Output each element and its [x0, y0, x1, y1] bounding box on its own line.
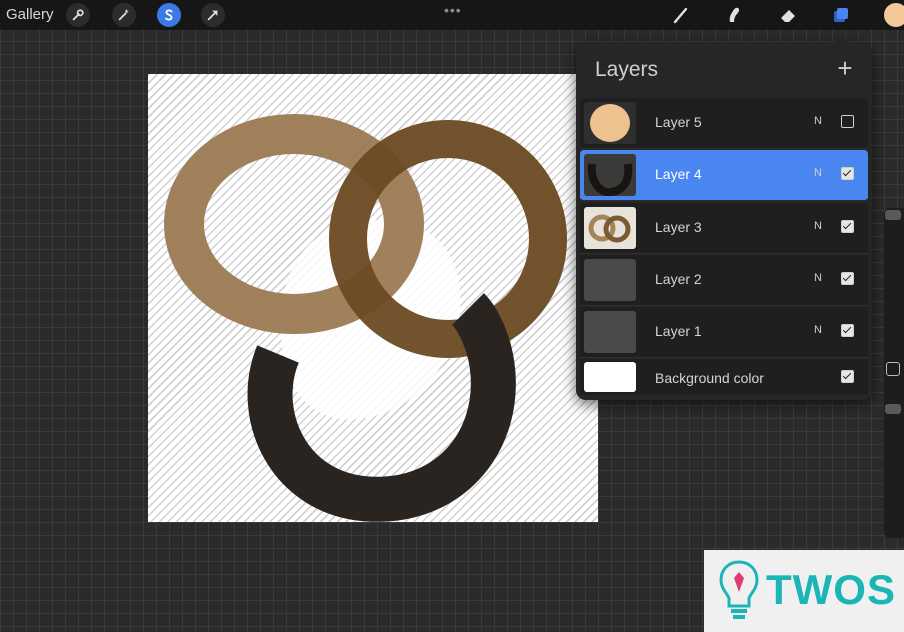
visibility-checkbox[interactable]: [841, 370, 854, 383]
layer-row-5[interactable]: Layer 5 N: [580, 98, 868, 149]
menu-dots[interactable]: •••: [444, 2, 462, 18]
color-swatch[interactable]: [884, 3, 904, 27]
brush-size-slider[interactable]: [885, 210, 901, 220]
drawing-canvas[interactable]: [148, 74, 598, 522]
layer-row-4[interactable]: Layer 4 N: [580, 150, 868, 201]
side-slider-bar: [884, 208, 904, 538]
visibility-checkbox[interactable]: [841, 167, 854, 180]
blend-mode[interactable]: N: [814, 324, 822, 336]
lightbulb-icon: [719, 560, 759, 619]
watermark: TWOS: [704, 550, 904, 632]
layer-thumbnail: [584, 259, 636, 301]
layer-name: Layer 1: [655, 323, 702, 339]
blend-mode[interactable]: N: [814, 272, 822, 284]
panel-title: Layers: [595, 58, 659, 81]
layers-icon[interactable]: [830, 4, 852, 26]
selection-s-icon[interactable]: [157, 3, 181, 27]
layer-thumbnail: [584, 102, 636, 144]
smudge-icon[interactable]: [723, 4, 745, 26]
layer-name: Layer 3: [655, 219, 702, 235]
brush-icon[interactable]: [670, 4, 692, 26]
blend-mode[interactable]: N: [814, 167, 822, 179]
layer-thumbnail: [584, 154, 636, 196]
layer-row-3[interactable]: Layer 3 N: [580, 203, 868, 254]
visibility-checkbox[interactable]: [841, 272, 854, 285]
visibility-checkbox[interactable]: [841, 324, 854, 337]
eraser-icon[interactable]: [777, 4, 799, 26]
add-layer-button[interactable]: +: [834, 55, 856, 81]
modify-button[interactable]: [886, 362, 900, 376]
layer-thumbnail: [584, 311, 636, 353]
layers-panel: Layers + Layer 5 N Layer 4 N Layer 3 N L…: [576, 34, 872, 400]
layer-thumbnail: [584, 207, 636, 249]
layer-row-background[interactable]: Background color: [580, 359, 868, 395]
gallery-button[interactable]: Gallery: [6, 6, 54, 23]
blend-mode[interactable]: N: [814, 115, 822, 127]
blend-mode[interactable]: N: [814, 220, 822, 232]
layer-name: Layer 2: [655, 271, 702, 287]
layer-row-2[interactable]: Layer 2 N: [580, 255, 868, 306]
transform-arrow-icon[interactable]: [201, 3, 225, 27]
background-color-swatch[interactable]: [584, 362, 636, 392]
layer-name: Background color: [655, 370, 764, 386]
watermark-text: TWOS: [766, 566, 896, 613]
magic-wand-icon[interactable]: [112, 3, 136, 27]
opacity-slider[interactable]: [885, 404, 901, 414]
layer-row-1[interactable]: Layer 1 N: [580, 307, 868, 358]
visibility-checkbox[interactable]: [841, 220, 854, 233]
visibility-checkbox[interactable]: [841, 115, 854, 128]
wrench-icon[interactable]: [66, 3, 90, 27]
top-toolbar: Gallery •••: [0, 0, 904, 30]
layer-name: Layer 5: [655, 114, 702, 130]
layer-name: Layer 4: [655, 166, 702, 182]
